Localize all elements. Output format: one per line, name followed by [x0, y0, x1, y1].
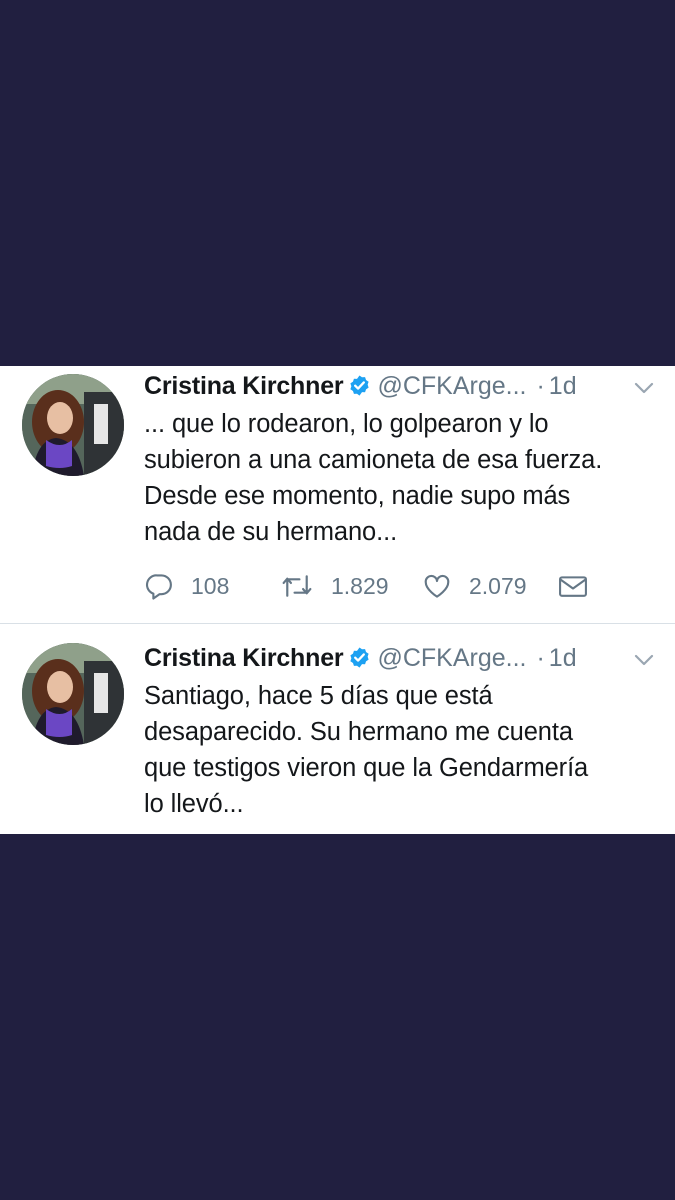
- tweet-text-line: que testigos vieron que la Gendarmería: [144, 754, 589, 782]
- like-count: 2.079: [469, 572, 527, 599]
- reply-icon: [145, 574, 172, 600]
- direct-message-button[interactable]: [557, 566, 589, 606]
- tweet-text-line: ... que lo rodearon, lo golpearon y lo: [144, 410, 549, 438]
- tweet-text-line: desaparecido. Su hermano me cuenta: [144, 718, 573, 746]
- tweet[interactable]: Cristina Kirchner @CFKArge... · 1d ... que …: [0, 366, 675, 624]
- retweet-count: 1.829: [331, 572, 389, 599]
- meta-separator: ·: [536, 372, 545, 400]
- retweet-icon: [282, 575, 312, 597]
- tweet-timestamp[interactable]: 1d: [549, 372, 577, 400]
- tweet[interactable]: Cristina Kirchner @CFKArge... · 1d Santiago…: [0, 624, 675, 834]
- avatar[interactable]: [22, 374, 124, 476]
- tweet-text: Santiago, hace 5 días que está desaparec…: [144, 678, 664, 822]
- author-handle[interactable]: @CFKArge...: [377, 644, 526, 672]
- author-name[interactable]: Cristina Kirchner: [144, 644, 344, 672]
- tweet-header: Cristina Kirchner @CFKArge... · 1d: [144, 643, 577, 673]
- tweet-text-line: subieron a una camioneta de esa fuerza.: [144, 446, 603, 474]
- heart-icon: [424, 574, 450, 598]
- verified-badge-icon: [350, 375, 370, 396]
- tweet-text-line: nada de su hermano...: [144, 518, 398, 546]
- author-handle[interactable]: @CFKArge...: [377, 372, 526, 400]
- chevron-down-icon[interactable]: [632, 648, 656, 672]
- like-button[interactable]: 2.079: [422, 566, 527, 606]
- chevron-down-icon[interactable]: [632, 376, 656, 400]
- envelope-icon: [559, 576, 587, 597]
- tweet-actions: 108 1.829 2.079: [144, 566, 614, 606]
- avatar-photo: [22, 643, 124, 745]
- tweet-text-line: Santiago, hace 5 días que está: [144, 682, 493, 710]
- tweet-text-line: lo llevó...: [144, 790, 244, 818]
- tweet-timestamp[interactable]: 1d: [549, 644, 577, 672]
- reply-count: 108: [191, 572, 230, 599]
- retweet-button[interactable]: 1.829: [280, 566, 389, 606]
- avatar[interactable]: [22, 643, 124, 745]
- avatar-photo: [22, 374, 124, 476]
- author-name[interactable]: Cristina Kirchner: [144, 372, 344, 400]
- reply-button[interactable]: 108: [144, 566, 229, 606]
- tweet-timeline-card: Cristina Kirchner @CFKArge... · 1d ... que …: [0, 366, 675, 834]
- verified-badge-icon: [350, 647, 370, 668]
- tweet-text: ... que lo rodearon, lo golpearon y lo s…: [144, 406, 664, 550]
- meta-separator: ·: [536, 644, 545, 672]
- tweet-text-line: Desde ese momento, nadie supo más: [144, 482, 571, 510]
- tweet-header: Cristina Kirchner @CFKArge... · 1d: [144, 371, 577, 401]
